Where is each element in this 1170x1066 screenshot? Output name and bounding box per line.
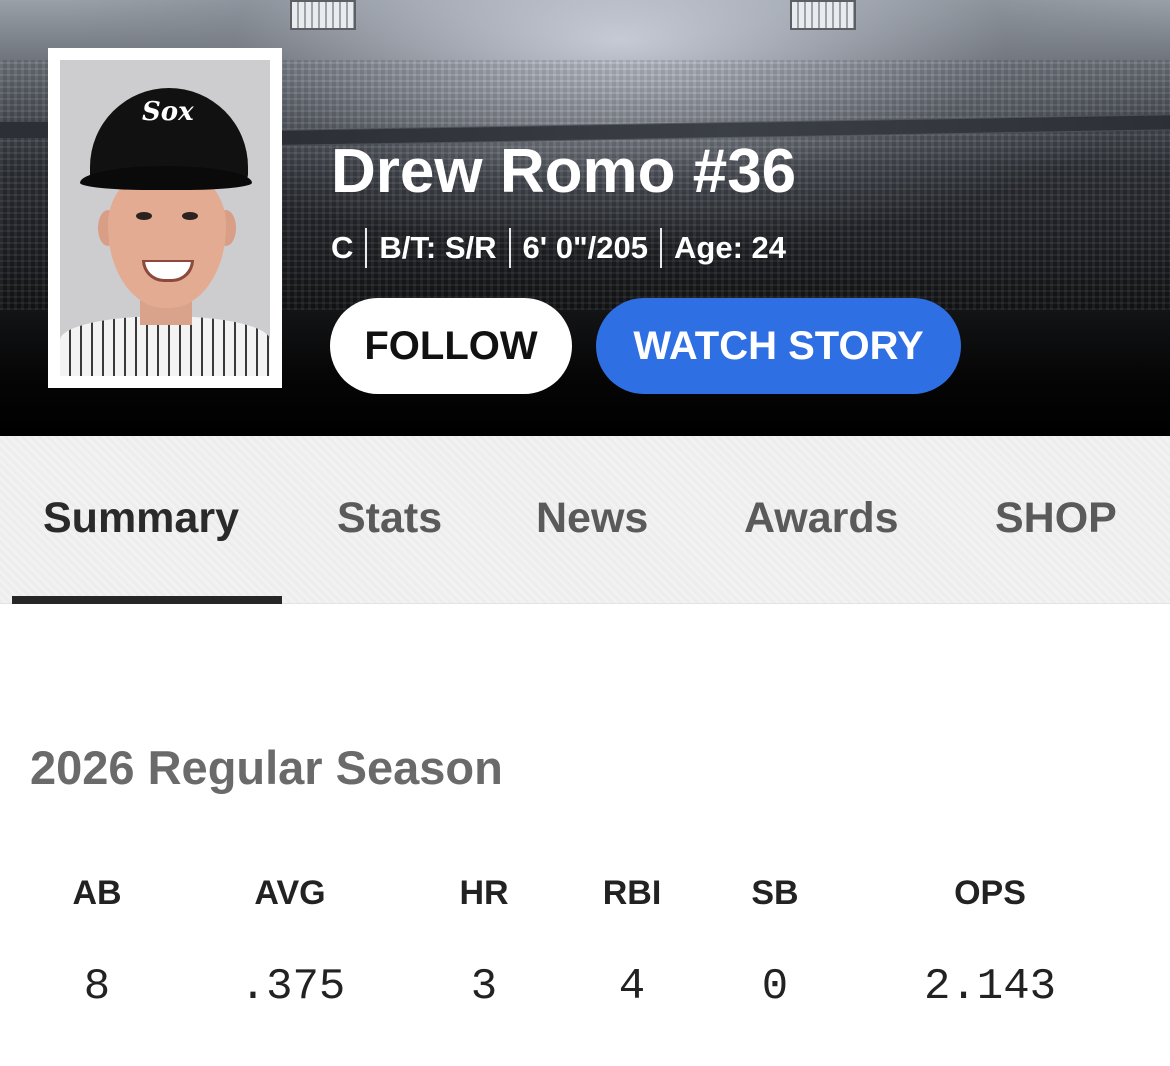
stat-value-hr: 3	[470, 962, 498, 1012]
player-tabs: Summary Stats News Awards SHOP	[0, 436, 1170, 604]
stat-value-sb: 0	[761, 962, 789, 1012]
tab-summary[interactable]: Summary	[43, 494, 239, 543]
player-height-weight: 6' 0"/205	[522, 230, 649, 265]
follow-button[interactable]: FOLLOW	[330, 298, 572, 394]
player-name: Drew Romo #36	[331, 137, 797, 206]
stat-header-rbi: RBI	[602, 874, 662, 912]
stat-value-ops: 2.143	[923, 962, 1057, 1012]
player-bats-throws: B/T: S/R	[379, 230, 497, 265]
player-hero: Sox Drew Romo #36 C B/T: S/R 6' 0"/205 A…	[0, 0, 1170, 436]
stadium-light	[790, 0, 856, 30]
stat-header-avg: AVG	[254, 874, 326, 912]
tab-awards[interactable]: Awards	[744, 494, 899, 543]
player-age: Age: 24	[674, 230, 786, 265]
stat-value-ab: 8	[83, 962, 111, 1012]
player-bio: C B/T: S/R 6' 0"/205 Age: 24	[331, 228, 786, 268]
divider	[508, 228, 511, 268]
divider	[365, 228, 368, 268]
watch-story-button[interactable]: WATCH STORY	[596, 298, 961, 394]
stat-value-avg: .375	[239, 962, 346, 1012]
stat-header-sb: SB	[751, 874, 799, 912]
stat-header-ab: AB	[72, 874, 122, 912]
white-sox-logo: Sox	[142, 97, 194, 127]
tab-news[interactable]: News	[536, 494, 648, 543]
stadium-light	[290, 0, 356, 30]
player-position: C	[331, 230, 354, 265]
player-headshot: Sox	[48, 48, 282, 388]
tab-shop[interactable]: SHOP	[995, 494, 1117, 543]
stat-value-rbi: 4	[618, 962, 646, 1012]
active-tab-indicator	[12, 596, 282, 604]
divider	[660, 228, 663, 268]
stat-header-hr: HR	[459, 874, 509, 912]
stat-header-ops: OPS	[954, 874, 1026, 912]
tab-stats[interactable]: Stats	[337, 494, 442, 543]
season-title: 2026 Regular Season	[30, 741, 503, 794]
